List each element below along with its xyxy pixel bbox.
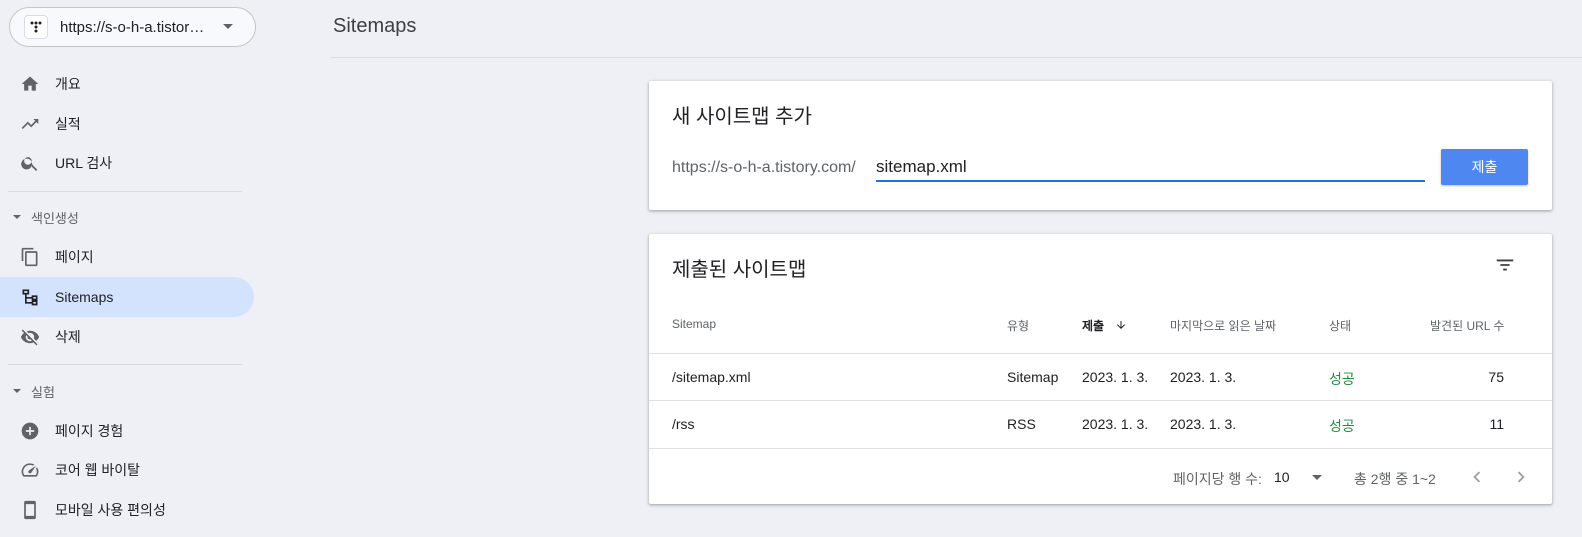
property-url: https://s-o-h-a.tistory.com/ [60,18,210,36]
nav-item-overview[interactable]: 개요 [0,64,254,104]
nav-label: 실적 [55,116,81,132]
chevron-left-icon[interactable] [1466,466,1488,488]
header-divider [330,57,1582,58]
rows-per-page-label: 페이지당 행 수: [1173,471,1262,487]
cell-sitemap: /sitemap.xml [672,369,751,385]
smartphone-icon [24,500,36,520]
nav-label: Sitemaps [55,289,114,305]
column-header-discovered-urls[interactable]: 발견된 URL 수 [1430,317,1504,334]
search-icon [21,157,38,171]
arrow-down-icon [1117,321,1126,329]
chevron-right-icon[interactable] [1510,466,1532,488]
column-header-label: 제출 [1082,319,1105,333]
cell-type: Sitemap [1007,369,1059,385]
cell-submitted: 2023. 1. 3. [1082,369,1149,385]
cell-submitted: 2023. 1. 3. [1082,416,1149,432]
nav-item-core-web-vitals[interactable]: 코어 웹 바이탈 [0,450,254,490]
nav-label: 페이지 [55,249,94,265]
column-header-submitted[interactable]: 제출 [1082,317,1127,334]
cell-sitemap: /rss [672,416,695,432]
site-favicon-icon [24,15,48,39]
caret-down-icon [13,215,21,219]
submitted-sitemaps-title: 제출된 사이트맵 [672,259,807,281]
cell-status: 성공 [1329,371,1355,387]
column-header-status[interactable]: 상태 [1329,317,1351,334]
column-header-last-read[interactable]: 마지막으로 읽은 날짜 [1170,317,1276,334]
row-divider [649,448,1552,449]
sitemap-url-prefix: https://s-o-h-a.tistory.com/ [672,159,856,176]
submitted-sitemaps-card: 제출된 사이트맵 Sitemap 유형 제출 마지막으로 읽은 날짜 상태 발견… [649,234,1552,504]
column-header-sitemap[interactable]: Sitemap [672,317,716,331]
section-label: 실험 [31,384,55,400]
divider [8,364,242,365]
nav-label: 모바일 사용 편의성 [55,502,166,518]
nav-label: 코어 웹 바이탈 [55,462,141,478]
pages-icon [21,247,38,267]
property-selector[interactable]: https://s-o-h-a.tistory.com/ [9,7,256,47]
trending-up-icon [21,119,39,129]
nav-label: URL 검사 [55,155,113,171]
cell-status: 성공 [1329,418,1355,434]
nav-item-sitemaps[interactable]: Sitemaps [0,277,254,317]
nav-item-page-experience[interactable]: 페이지 경험 [0,411,254,451]
cell-url-count: 75 [1488,369,1504,385]
row-divider [649,400,1552,401]
nav-item-url-inspection[interactable]: URL 검사 [0,143,254,183]
pagination-range: 총 2행 중 1~2 [1354,471,1436,487]
nav-item-performance[interactable]: 실적 [0,104,254,144]
add-circle-icon [21,422,39,440]
caret-down-icon [13,389,21,393]
add-sitemap-card: 새 사이트맵 추가 https://s-o-h-a.tistory.com/ 제… [649,81,1552,210]
chevron-down-icon [222,18,234,36]
filter-icon[interactable] [1494,254,1516,276]
nav-label: 개요 [55,76,81,92]
column-header-type[interactable]: 유형 [1007,317,1029,334]
sitemap-icon [22,289,38,306]
sidebar: https://s-o-h-a.tistory.com/ 개요 실적 URL 검… [0,0,262,537]
rows-per-page-value: 10 [1274,469,1290,485]
divider [8,191,242,192]
visibility-off-icon [20,329,40,346]
nav-item-pages[interactable]: 페이지 [0,237,254,277]
row-divider [649,353,1552,354]
rows-per-page-select[interactable]: 10 [1274,469,1323,485]
nav-label: 삭제 [55,329,81,345]
add-sitemap-title: 새 사이트맵 추가 [672,106,812,128]
speed-icon [21,463,39,477]
submit-button[interactable]: 제출 [1441,149,1528,185]
nav-label: 페이지 경험 [55,423,124,439]
home-icon [21,76,39,91]
chevron-down-icon [1312,475,1323,480]
nav-item-removals[interactable]: 삭제 [0,317,254,357]
cell-last-read: 2023. 1. 3. [1170,416,1237,432]
cell-last-read: 2023. 1. 3. [1170,369,1237,385]
page-title: Sitemaps [333,15,417,37]
sitemap-url-input[interactable] [876,155,1425,182]
cell-url-count: 11 [1489,416,1504,432]
nav-item-mobile-usability[interactable]: 모바일 사용 편의성 [0,490,254,530]
section-label: 색인생성 [31,210,79,226]
cell-type: RSS [1007,416,1036,432]
